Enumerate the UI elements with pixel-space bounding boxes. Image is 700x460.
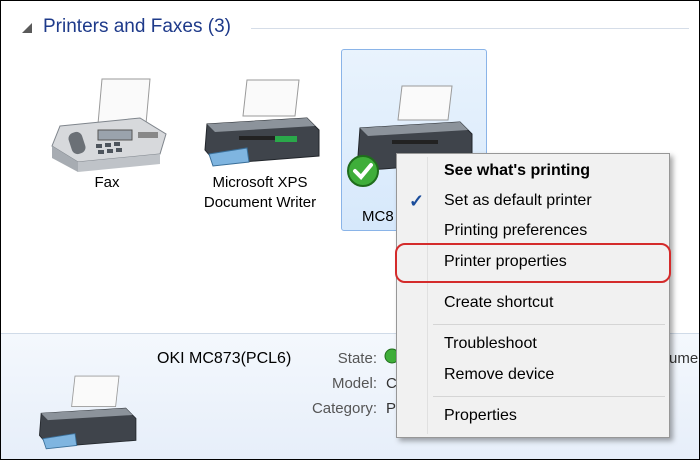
menu-item-troubleshoot[interactable]: Troubleshoot bbox=[399, 331, 667, 358]
menu-item-label: Create shortcut bbox=[444, 294, 554, 311]
menu-item-properties[interactable]: Properties bbox=[399, 403, 667, 430]
device-label-line2: Document Writer bbox=[203, 194, 317, 211]
menu-item-set-default-printer[interactable]: ✓ Set as default printer bbox=[399, 188, 667, 215]
device-label-line1: Microsoft XPS bbox=[212, 174, 308, 191]
menu-item-label: Set as default printer bbox=[444, 192, 592, 209]
details-right-fragment: ume bbox=[669, 350, 699, 367]
menu-item-label: Printing preferences bbox=[444, 222, 588, 239]
context-menu: See what's printing ✓ Set as default pri… bbox=[396, 153, 670, 438]
menu-separator bbox=[433, 396, 665, 397]
fax-icon bbox=[51, 78, 167, 172]
collapse-arrow-icon[interactable] bbox=[21, 22, 33, 34]
menu-item-printing-preferences[interactable]: Printing preferences bbox=[399, 218, 667, 245]
menu-item-label: See what's printing bbox=[444, 162, 591, 179]
device-label: Fax bbox=[94, 174, 120, 191]
menu-item-label: Troubleshoot bbox=[444, 335, 537, 352]
model-key: Model: bbox=[331, 375, 377, 392]
group-header[interactable]: Printers and Faxes (3) bbox=[19, 15, 689, 41]
category-key: Category: bbox=[311, 400, 377, 417]
group-title: Printers and Faxes (3) bbox=[43, 16, 231, 37]
checkmark-icon: ✓ bbox=[409, 191, 425, 211]
printer-icon bbox=[204, 79, 320, 167]
category-value: P bbox=[386, 400, 397, 417]
menu-item-create-shortcut[interactable]: Create shortcut bbox=[399, 290, 667, 317]
menu-separator bbox=[433, 324, 665, 325]
menu-item-see-whats-printing[interactable]: See what's printing bbox=[399, 158, 667, 185]
device-fax[interactable]: Fax bbox=[37, 78, 177, 193]
menu-item-label: Remove device bbox=[444, 366, 555, 383]
detail-device-name: OKI MC873(PCL6) bbox=[157, 350, 292, 367]
devices-and-printers-window: Printers and Faxes (3) Fax Microsoft XPS… bbox=[0, 0, 700, 460]
annotation-highlight-ring bbox=[395, 243, 671, 283]
menu-item-label: Properties bbox=[444, 407, 517, 424]
menu-item-remove-device[interactable]: Remove device bbox=[399, 362, 667, 389]
printer-icon bbox=[39, 375, 137, 450]
device-xps-document-writer[interactable]: Microsoft XPS Document Writer bbox=[189, 79, 331, 213]
default-check-icon bbox=[347, 155, 379, 187]
state-key: State: bbox=[337, 350, 377, 367]
group-divider bbox=[251, 28, 689, 29]
